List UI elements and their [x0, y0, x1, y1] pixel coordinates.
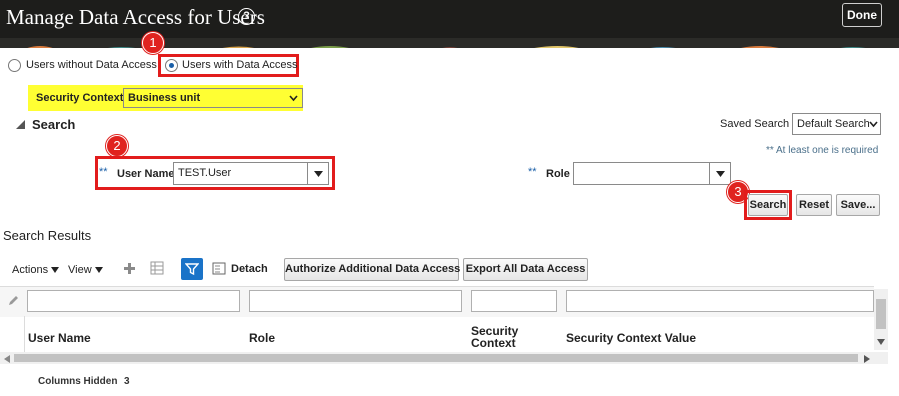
security-context-value: Business unit — [128, 92, 201, 104]
authorize-additional-data-access-button[interactable]: Authorize Additional Data Access — [284, 258, 460, 281]
edit-pencil-icon — [9, 296, 18, 305]
triangle-down-icon — [314, 171, 323, 177]
radio-users-with-access-label[interactable]: Users with Data Access — [182, 59, 298, 71]
filter-security-context-value-input[interactable] — [566, 290, 874, 312]
horizontal-scrollbar-thumb[interactable] — [14, 354, 858, 362]
required-note: ** At least one is required — [766, 145, 879, 156]
filter-icon — [185, 263, 199, 276]
columns-hidden-count: 3 — [124, 376, 130, 387]
triangle-down-icon — [51, 267, 60, 273]
radio-users-without-access[interactable] — [8, 59, 21, 72]
column-divider — [24, 316, 25, 352]
actions-menu[interactable]: Actions — [12, 264, 60, 276]
detach-icon[interactable] — [212, 262, 226, 275]
scroll-right-arrow-icon[interactable] — [864, 355, 870, 363]
vertical-scrollbar[interactable] — [874, 289, 888, 350]
freeze-columns-icon[interactable] — [150, 261, 164, 275]
column-header-user-name[interactable]: User Name — [28, 331, 91, 345]
scroll-down-arrow-icon[interactable] — [877, 339, 885, 345]
header-decorative-band — [0, 38, 899, 48]
user-name-dropdown-button[interactable] — [307, 163, 329, 184]
search-results-title: Search Results — [3, 228, 92, 243]
scroll-left-arrow-icon[interactable] — [4, 355, 10, 363]
done-button[interactable]: Done — [842, 3, 882, 27]
chevron-down-icon — [869, 121, 878, 128]
view-menu-label: View — [68, 264, 92, 276]
column-header-security-context-value[interactable]: Security Context Value — [566, 331, 696, 345]
role-label: Role — [546, 168, 570, 180]
search-button[interactable]: Search — [748, 194, 788, 216]
page-title: Manage Data Access for Users — [6, 5, 265, 29]
search-section-title: Search — [32, 117, 76, 132]
saved-search-select[interactable]: Default Search — [792, 113, 881, 135]
query-by-example-button[interactable] — [181, 258, 203, 280]
help-icon[interactable]: ? — [238, 8, 255, 25]
role-combobox[interactable] — [573, 162, 731, 185]
security-context-label: Security Context — [36, 92, 124, 104]
export-all-data-access-button[interactable]: Export All Data Access — [463, 258, 588, 281]
page-header: Manage Data Access for Users ? Done — [0, 0, 899, 38]
column-header-security-context[interactable]: Security Context — [471, 325, 531, 349]
filter-security-context-input[interactable] — [471, 290, 557, 312]
radio-users-with-access[interactable] — [165, 59, 178, 72]
security-context-select[interactable]: Business unit — [123, 88, 303, 108]
filter-user-name-input[interactable] — [27, 290, 240, 312]
required-marker-role: ** — [528, 166, 537, 178]
vertical-scrollbar-thumb[interactable] — [876, 299, 886, 329]
detach-label[interactable]: Detach — [231, 263, 268, 275]
saved-search-value: Default Search — [797, 118, 870, 130]
filter-role-input[interactable] — [249, 290, 462, 312]
radio-users-without-access-label[interactable]: Users without Data Access — [26, 59, 157, 71]
callout-badge-step2: 2 — [106, 135, 128, 157]
chevron-down-icon — [289, 95, 298, 102]
view-menu[interactable]: View — [68, 264, 103, 276]
callout-badge-step1: 1 — [142, 32, 164, 54]
horizontal-scrollbar[interactable] — [0, 352, 888, 364]
user-name-value: TEST.User — [178, 167, 232, 179]
user-name-combobox[interactable]: TEST.User — [173, 162, 329, 185]
actions-menu-label: Actions — [12, 264, 49, 276]
save-button[interactable]: Save... — [836, 194, 880, 216]
triangle-down-icon — [94, 267, 103, 273]
reset-button[interactable]: Reset — [796, 194, 832, 216]
triangle-down-icon — [716, 171, 725, 177]
saved-search-label: Saved Search — [720, 118, 790, 130]
required-marker: ** — [99, 166, 108, 178]
collapse-triangle-icon[interactable] — [16, 120, 25, 129]
add-icon[interactable] — [123, 262, 136, 275]
user-name-label: User Name — [117, 168, 175, 180]
columns-hidden-label: Columns Hidden — [38, 376, 118, 387]
role-dropdown-button[interactable] — [709, 163, 731, 184]
column-header-role[interactable]: Role — [249, 331, 275, 345]
